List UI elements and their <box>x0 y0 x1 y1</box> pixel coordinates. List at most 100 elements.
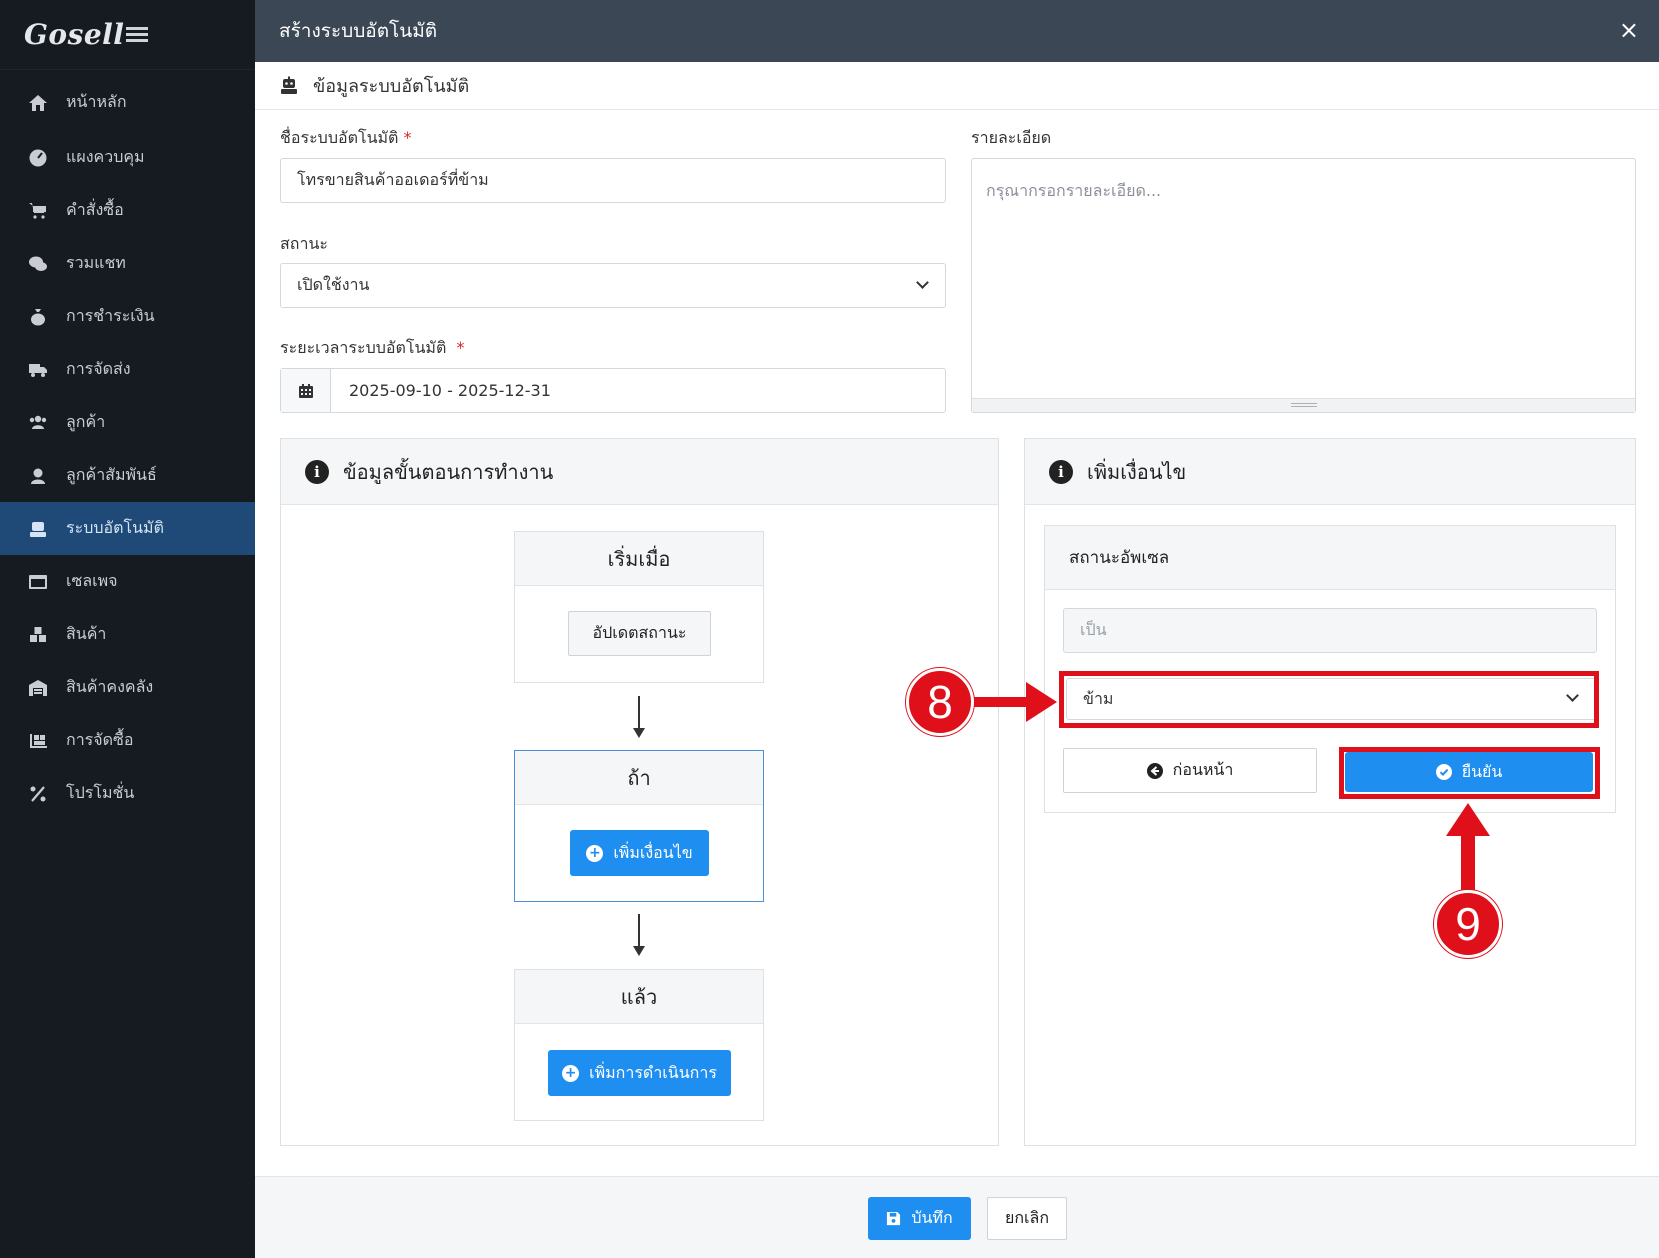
add-action-label: เพิ่มการดำเนินการ <box>589 1062 717 1082</box>
sidebar-item-label: โปรโมชั่น <box>66 783 135 802</box>
home-icon <box>26 91 50 115</box>
robot-icon <box>281 76 297 94</box>
step-badge-8: 8 <box>906 668 974 736</box>
sidebar-item-label: เซลเพจ <box>66 571 118 590</box>
sidebar-item[interactable]: หน้าหลัก <box>0 74 255 131</box>
then-step: แล้ว <box>514 969 764 1121</box>
sidebar-item[interactable]: ลูกค้าสัมพันธ์ <box>0 449 255 502</box>
save-label: บันทึก <box>911 1208 953 1227</box>
dashboard-icon <box>26 146 50 170</box>
sidebar-item[interactable]: สินค้าคงคลัง <box>0 661 255 714</box>
sidebar-item[interactable]: ระบบอัตโนมัติ <box>0 502 255 555</box>
window-icon <box>26 570 50 594</box>
period-value: 2025-09-10 - 2025-12-31 <box>349 381 551 400</box>
arrow-down-icon <box>633 696 645 738</box>
calendar-icon[interactable] <box>281 369 331 412</box>
sidebar-item[interactable]: รวมแชท <box>0 237 255 290</box>
arrow-left-circle-icon <box>1146 762 1163 779</box>
chevron-down-icon <box>916 276 929 289</box>
section-title-text: ข้อมูลระบบอัตโนมัติ <box>313 76 470 97</box>
sidebar-item[interactable]: การชำระเงิน <box>0 290 255 343</box>
sidebar-item-label: ระบบอัตโนมัติ <box>66 518 164 537</box>
highlight-box-confirm <box>1339 747 1600 799</box>
upsell-status-title: สถานะอัพเซล <box>1045 526 1615 590</box>
sidebar-item-label: ลูกค้า <box>66 412 106 431</box>
add-condition-button[interactable]: + เพิ่มเงื่อนไข <box>570 830 709 876</box>
sidebar-item[interactable]: ลูกค้า <box>0 396 255 449</box>
if-step-title: ถ้า <box>515 751 763 805</box>
detail-placeholder: กรุณากรอกรายละเอียด... <box>986 181 1162 200</box>
operator-select[interactable]: เป็น <box>1063 608 1597 653</box>
warehouse-icon <box>26 676 50 700</box>
previous-label: ก่อนหน้า <box>1172 760 1234 779</box>
robot-icon <box>26 517 50 541</box>
support-agent-icon <box>26 464 50 488</box>
resize-handle[interactable] <box>972 398 1635 412</box>
modal-header: สร้างระบบอัตโนมัติ × <box>255 0 1659 62</box>
plus-circle-icon: + <box>562 1064 580 1082</box>
users-icon <box>26 411 50 435</box>
sidebar-item-label: สินค้าคงคลัง <box>66 677 154 696</box>
sidebar-item[interactable]: การจัดส่ง <box>0 343 255 396</box>
pallet-icon <box>26 729 50 753</box>
sidebar-item[interactable]: สินค้า <box>0 608 255 661</box>
previous-button[interactable]: ก่อนหน้า <box>1063 748 1317 793</box>
floppy-icon <box>887 1211 901 1226</box>
info-icon: i <box>1049 459 1073 484</box>
status-select-value: เปิดใช้งาน <box>297 275 370 294</box>
sidebar-item-label: รวมแชท <box>66 253 126 272</box>
truck-icon <box>26 358 50 382</box>
arrow-down-icon <box>633 914 645 956</box>
step-badge-9: 9 <box>1434 890 1502 958</box>
name-label: ชื่อระบบอัตโนมัติ * <box>280 128 412 147</box>
chat-icon <box>26 252 50 276</box>
sidebar-item-label: สินค้า <box>66 624 107 643</box>
cancel-button[interactable]: ยกเลิก <box>987 1197 1067 1240</box>
period-label: ระยะเวลาระบบอัตโนมัติ * <box>280 338 465 357</box>
logo-lines <box>126 24 149 45</box>
logo-text: Gosell <box>24 18 125 51</box>
cart-icon <box>26 199 50 223</box>
condition-title: เพิ่มเงื่อนไข <box>1087 459 1187 484</box>
sidebar-item[interactable]: การจัดซื้อ <box>0 714 255 767</box>
period-input[interactable]: 2025-09-10 - 2025-12-31 <box>280 368 946 413</box>
section-title: ข้อมูลระบบอัตโนมัติ <box>255 62 1659 110</box>
add-condition-label: เพิ่มเงื่อนไข <box>613 842 693 862</box>
logo[interactable]: Gosell <box>0 0 255 70</box>
plus-circle-icon: + <box>586 844 604 862</box>
status-select[interactable]: เปิดใช้งาน <box>280 263 946 308</box>
modal-title: สร้างระบบอัตโนมัติ <box>279 20 438 42</box>
workflow-panel-header: i ข้อมูลขั้นตอนการทำงาน <box>281 439 998 505</box>
percent-icon <box>26 782 50 806</box>
info-icon: i <box>305 459 329 484</box>
automation-name-input[interactable]: โทรขายสินค้าออเดอร์ที่ข้าม <box>280 158 946 203</box>
money-bag-icon <box>26 305 50 329</box>
close-button[interactable]: × <box>1619 18 1639 42</box>
condition-panel-header: i เพิ่มเงื่อนไข <box>1025 439 1635 505</box>
sidebar-item-label: การชำระเงิน <box>66 306 155 325</box>
sidebar-item-label: หน้าหลัก <box>66 92 127 111</box>
detail-textarea[interactable]: กรุณากรอกรายละเอียด... <box>971 158 1636 413</box>
sidebar-item[interactable]: แผงควบคุม <box>0 131 255 184</box>
save-button[interactable]: บันทึก <box>868 1197 971 1240</box>
highlight-box-condition-value <box>1059 671 1599 728</box>
sidebar-item-label: ลูกค้าสัมพันธ์ <box>66 465 157 484</box>
then-step-title: แล้ว <box>515 970 763 1024</box>
detail-label: รายละเอียด <box>971 128 1052 147</box>
sidebar-item[interactable]: คำสั่งซื้อ <box>0 184 255 237</box>
if-step: ถ้า <box>514 750 764 902</box>
workflow-title: ข้อมูลขั้นตอนการทำงาน <box>343 459 554 484</box>
sidebar-item-label: แผงควบคุม <box>66 147 145 166</box>
sidebar: Gosell หน้าหลักแผงควบคุมคำสั่งซื้อรวมแชท… <box>0 0 255 1258</box>
start-step: เริ่มเมื่อ <box>514 531 764 683</box>
sidebar-item-label: คำสั่งซื้อ <box>66 200 124 219</box>
update-status-button[interactable]: อัปเดตสถานะ <box>568 611 711 656</box>
add-action-button[interactable]: + เพิ่มการดำเนินการ <box>548 1050 731 1096</box>
sidebar-item-label: การจัดซื้อ <box>66 730 134 749</box>
sidebar-item-label: การจัดส่ง <box>66 359 131 378</box>
boxes-icon <box>26 623 50 647</box>
sidebar-item[interactable]: เซลเพจ <box>0 555 255 608</box>
sidebar-item[interactable]: โปรโมชั่น <box>0 767 255 820</box>
start-step-title: เริ่มเมื่อ <box>515 532 763 586</box>
modal-footer: บันทึก ยกเลิก <box>255 1176 1659 1258</box>
